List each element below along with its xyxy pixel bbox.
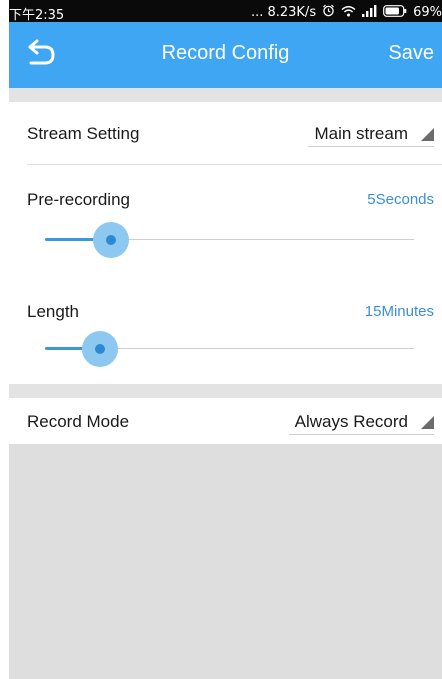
stream-setting-row: Stream Setting Main stream [9, 102, 442, 164]
length-row: Length 15Minutes [9, 277, 442, 384]
empty-area [9, 444, 442, 679]
section-gap [9, 384, 442, 398]
length-slider[interactable] [45, 331, 414, 367]
status-right: ... 8.23K/s 69% [251, 4, 442, 21]
save-button[interactable]: Save [388, 42, 434, 65]
phone-screen: 下午2:35 ... 8.23K/s 69% Record Config Sav… [9, 0, 442, 679]
battery-percent: 69% [413, 5, 442, 20]
app-screen: 下午2:35 ... 8.23K/s 69% Record Config Sav… [0, 0, 442, 679]
dropdown-triangle-icon [421, 416, 434, 429]
record-mode-label: Record Mode [27, 412, 130, 431]
stream-setting-dropdown[interactable]: Main stream [308, 124, 434, 147]
dropdown-underline [308, 146, 434, 147]
signal-icon [362, 4, 377, 21]
pre-recording-label: Pre-recording [27, 190, 130, 209]
stream-setting-value: Main stream [314, 124, 408, 143]
pre-recording-slider[interactable] [45, 222, 414, 258]
section-gap [9, 88, 442, 102]
status-time: 下午2:35 [9, 8, 65, 23]
pre-recording-value: 5Seconds [367, 191, 434, 208]
network-speed: ... 8.23K/s [250, 5, 317, 20]
alarm-icon [322, 4, 335, 21]
stream-setting-label: Stream Setting [27, 124, 140, 143]
screen-left-margin [0, 0, 9, 679]
settings-card: Stream Setting Main stream Pre-recording… [9, 102, 442, 384]
wifi-icon [341, 5, 356, 21]
record-mode-dropdown[interactable]: Always Record [288, 412, 434, 435]
slider-thumb[interactable] [95, 344, 105, 354]
record-mode-value: Always Record [294, 412, 408, 431]
record-mode-row: Record Mode Always Record [9, 398, 442, 444]
slider-thumb[interactable] [106, 235, 116, 245]
title-bar: Record Config Save [9, 22, 442, 88]
status-bar: 下午2:35 ... 8.23K/s 69% [9, 0, 442, 23]
page-title: Record Config [161, 42, 290, 64]
dropdown-underline [288, 434, 434, 435]
length-label: Length [27, 302, 79, 321]
dropdown-triangle-icon [421, 128, 434, 141]
battery-icon [383, 4, 407, 21]
length-value: 15Minutes [364, 303, 434, 320]
pre-recording-row: Pre-recording 5Seconds [9, 165, 442, 275]
